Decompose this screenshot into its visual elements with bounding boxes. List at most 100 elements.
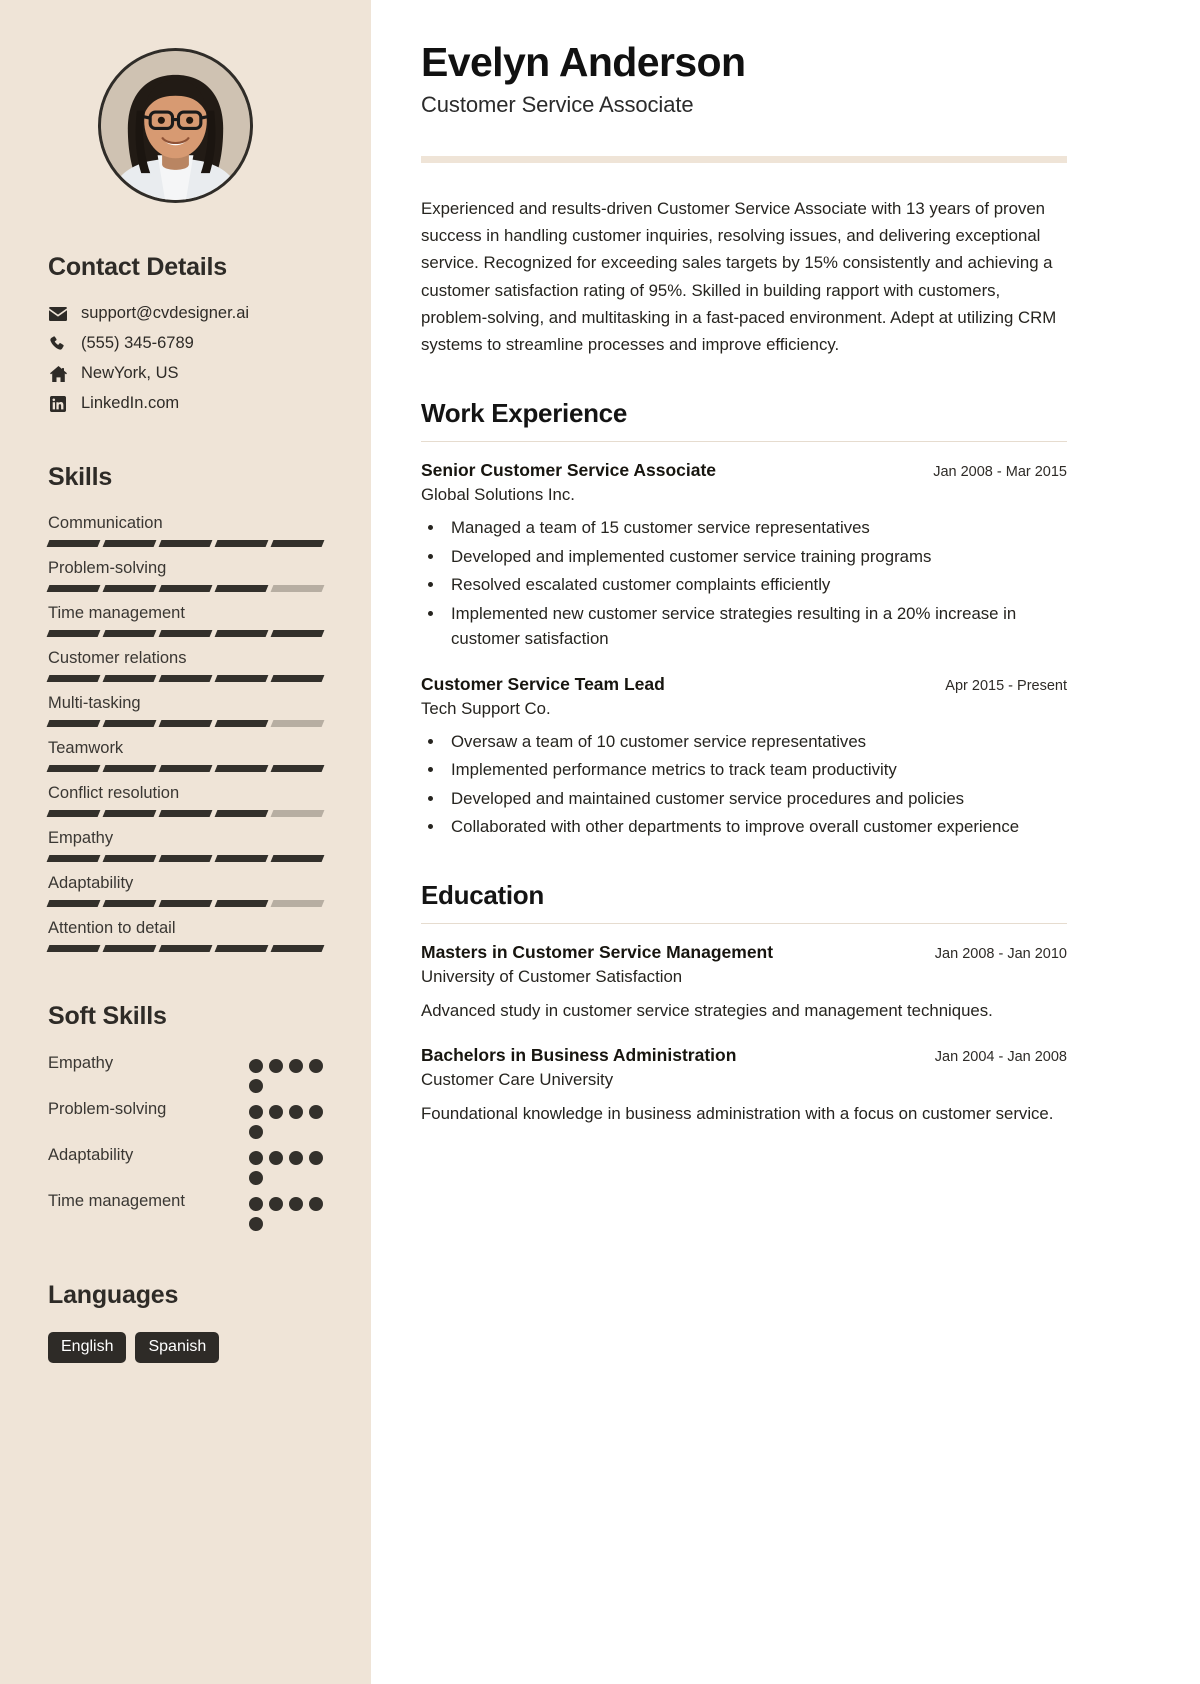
contact-email-value: support@cvdesigner.ai	[81, 304, 250, 322]
skill-level-segment	[46, 809, 101, 817]
language-tag: Spanish	[135, 1331, 220, 1363]
skill-item: Attention to detail	[46, 919, 325, 952]
soft-skill-rating-dots	[249, 1053, 323, 1093]
skill-level-segment	[270, 854, 325, 862]
skill-level-segment	[158, 854, 213, 862]
skill-level-segment	[102, 809, 157, 817]
skill-item: Conflict resolution	[46, 783, 325, 817]
rating-dot	[289, 1104, 303, 1119]
education-entry-header: Masters in Customer Service Management Ja…	[421, 942, 1067, 963]
skill-label: Teamwork	[48, 738, 124, 757]
rating-dot	[309, 1058, 323, 1073]
rating-dot	[249, 1124, 263, 1139]
skill-level-bar	[46, 809, 325, 817]
skill-level-segment	[214, 674, 269, 682]
skill-item: Multi-tasking	[46, 693, 325, 727]
list-item: Oversaw a team of 10 customer service re…	[445, 729, 1067, 755]
education-entry-date: Jan 2008 - Jan 2010	[934, 945, 1067, 962]
education-entry-date: Jan 2004 - Jan 2008	[934, 1049, 1067, 1066]
skill-level-segment	[270, 584, 325, 592]
skill-level-segment	[270, 629, 325, 637]
list-item: Implemented performance metrics to track…	[445, 757, 1067, 783]
skill-label: Empathy	[48, 828, 114, 847]
rating-dot	[289, 1058, 303, 1073]
work-entry: Senior Customer Service Associate Jan 200…	[421, 460, 1067, 652]
skill-level-segment	[46, 944, 101, 952]
rating-dot	[249, 1150, 263, 1165]
skill-item: Communication	[46, 514, 325, 547]
avatar	[98, 48, 253, 203]
sidebar: Contact Details support@cvdesigner.ai (5…	[0, 0, 371, 1684]
skill-level-segment	[46, 674, 101, 682]
skill-level-bar	[46, 674, 325, 682]
skill-level-segment	[158, 674, 213, 682]
skill-level-segment	[158, 719, 213, 727]
soft-skill-rating-dots	[249, 1145, 323, 1185]
language-tag: English	[48, 1331, 127, 1363]
contact-linkedin-value: LinkedIn.com	[81, 394, 180, 412]
skill-level-segment	[102, 719, 157, 727]
skill-item: Problem-solving	[46, 559, 325, 592]
skill-level-segment	[270, 719, 325, 727]
skill-level-segment	[270, 809, 325, 817]
skill-level-segment	[102, 539, 157, 547]
envelope-icon	[48, 306, 68, 321]
skill-level-segment	[214, 809, 269, 817]
rating-dot	[269, 1058, 283, 1073]
rating-dot	[249, 1104, 263, 1119]
skill-item: Time management	[46, 604, 325, 637]
skill-level-bar	[46, 719, 325, 727]
education-list: Masters in Customer Service Management Ja…	[421, 942, 1067, 1127]
rating-dot	[289, 1196, 303, 1211]
work-experience-list: Senior Customer Service Associate Jan 200…	[421, 460, 1067, 840]
education-entry: Bachelors in Business Administration Jan …	[421, 1045, 1067, 1127]
rating-dot	[269, 1104, 283, 1119]
skill-label: Multi-tasking	[48, 693, 141, 712]
skill-level-segment	[46, 764, 101, 772]
list-item: Developed and maintained customer servic…	[445, 786, 1067, 812]
list-item: Collaborated with other departments to i…	[445, 814, 1067, 840]
skill-level-segment	[158, 944, 213, 952]
skill-level-segment	[102, 899, 157, 907]
education-entry-title: Bachelors in Business Administration	[421, 1045, 737, 1066]
rating-dot	[309, 1104, 323, 1119]
skill-level-segment	[158, 764, 213, 772]
skill-level-segment	[214, 584, 269, 592]
work-entry-company: Global Solutions Inc.	[421, 485, 575, 505]
profile-summary: Experienced and results-driven Customer …	[421, 198, 1057, 354]
soft-skill-label: Problem-solving	[48, 1099, 167, 1118]
rating-dot	[269, 1196, 283, 1211]
skill-level-segment	[102, 674, 157, 682]
soft-skill-item: Problem-solving	[48, 1099, 323, 1139]
soft-skill-rating-dots	[249, 1191, 323, 1231]
skill-level-segment	[46, 629, 101, 637]
work-entry-header: Senior Customer Service Associate Jan 200…	[421, 460, 1067, 481]
work-entry-title: Senior Customer Service Associate	[421, 460, 717, 481]
skill-level-bar	[46, 899, 325, 907]
soft-skills-heading: Soft Skills	[48, 1001, 167, 1030]
skill-level-bar	[46, 944, 325, 952]
contact-item-email[interactable]: support@cvdesigner.ai	[48, 304, 323, 323]
skill-label: Conflict resolution	[48, 783, 180, 802]
contact-item-phone[interactable]: (555) 345-6789	[48, 334, 323, 353]
skill-level-segment	[214, 719, 269, 727]
skills-list: Communication Problem-solving Time managem…	[46, 514, 325, 952]
soft-skill-label: Adaptability	[48, 1145, 134, 1164]
skill-level-segment	[270, 674, 325, 682]
skill-level-segment	[102, 764, 157, 772]
skill-level-segment	[270, 539, 325, 547]
skill-level-segment	[158, 809, 213, 817]
rating-dot	[249, 1196, 263, 1211]
skill-level-bar	[46, 764, 325, 772]
rating-dot	[309, 1150, 323, 1165]
list-item: Implemented new customer service strateg…	[445, 601, 1067, 652]
work-entry-date: Apr 2015 - Present	[945, 677, 1067, 694]
skill-level-segment	[214, 629, 269, 637]
contact-details-heading: Contact Details	[48, 253, 227, 281]
skill-label: Adaptability	[48, 873, 134, 892]
work-entry-bullets: Managed a team of 15 customer service re…	[445, 515, 1067, 652]
education-entry-school: University of Customer Satisfaction	[421, 966, 683, 986]
contact-item-linkedin[interactable]: LinkedIn.com	[48, 394, 323, 413]
skill-level-bar	[46, 854, 325, 862]
languages-heading: Languages	[48, 1280, 179, 1309]
